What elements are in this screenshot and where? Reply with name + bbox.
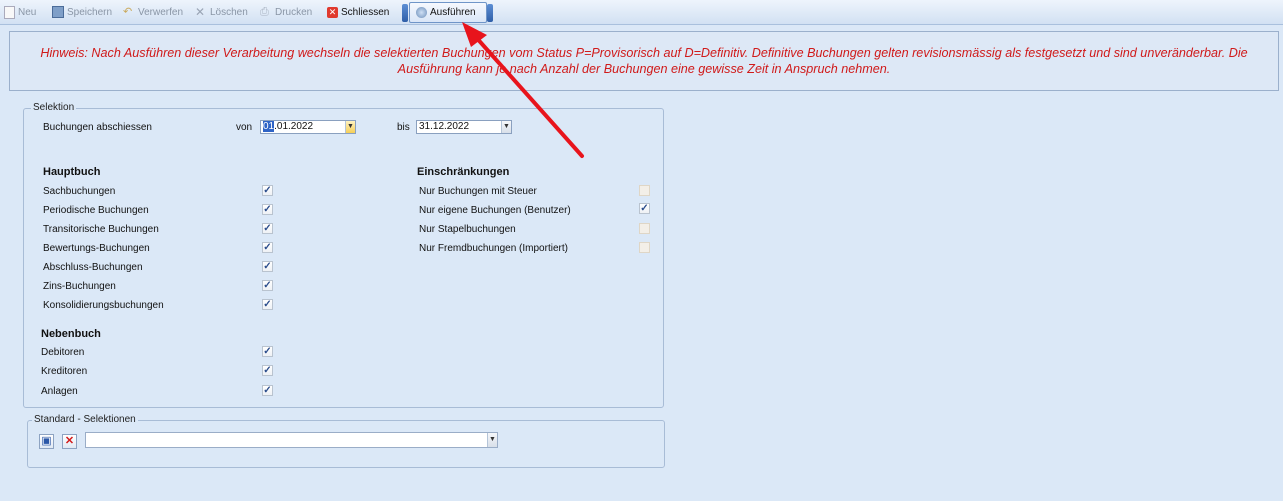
annotation-arrow (462, 22, 584, 158)
arrow-shaft (472, 33, 584, 158)
